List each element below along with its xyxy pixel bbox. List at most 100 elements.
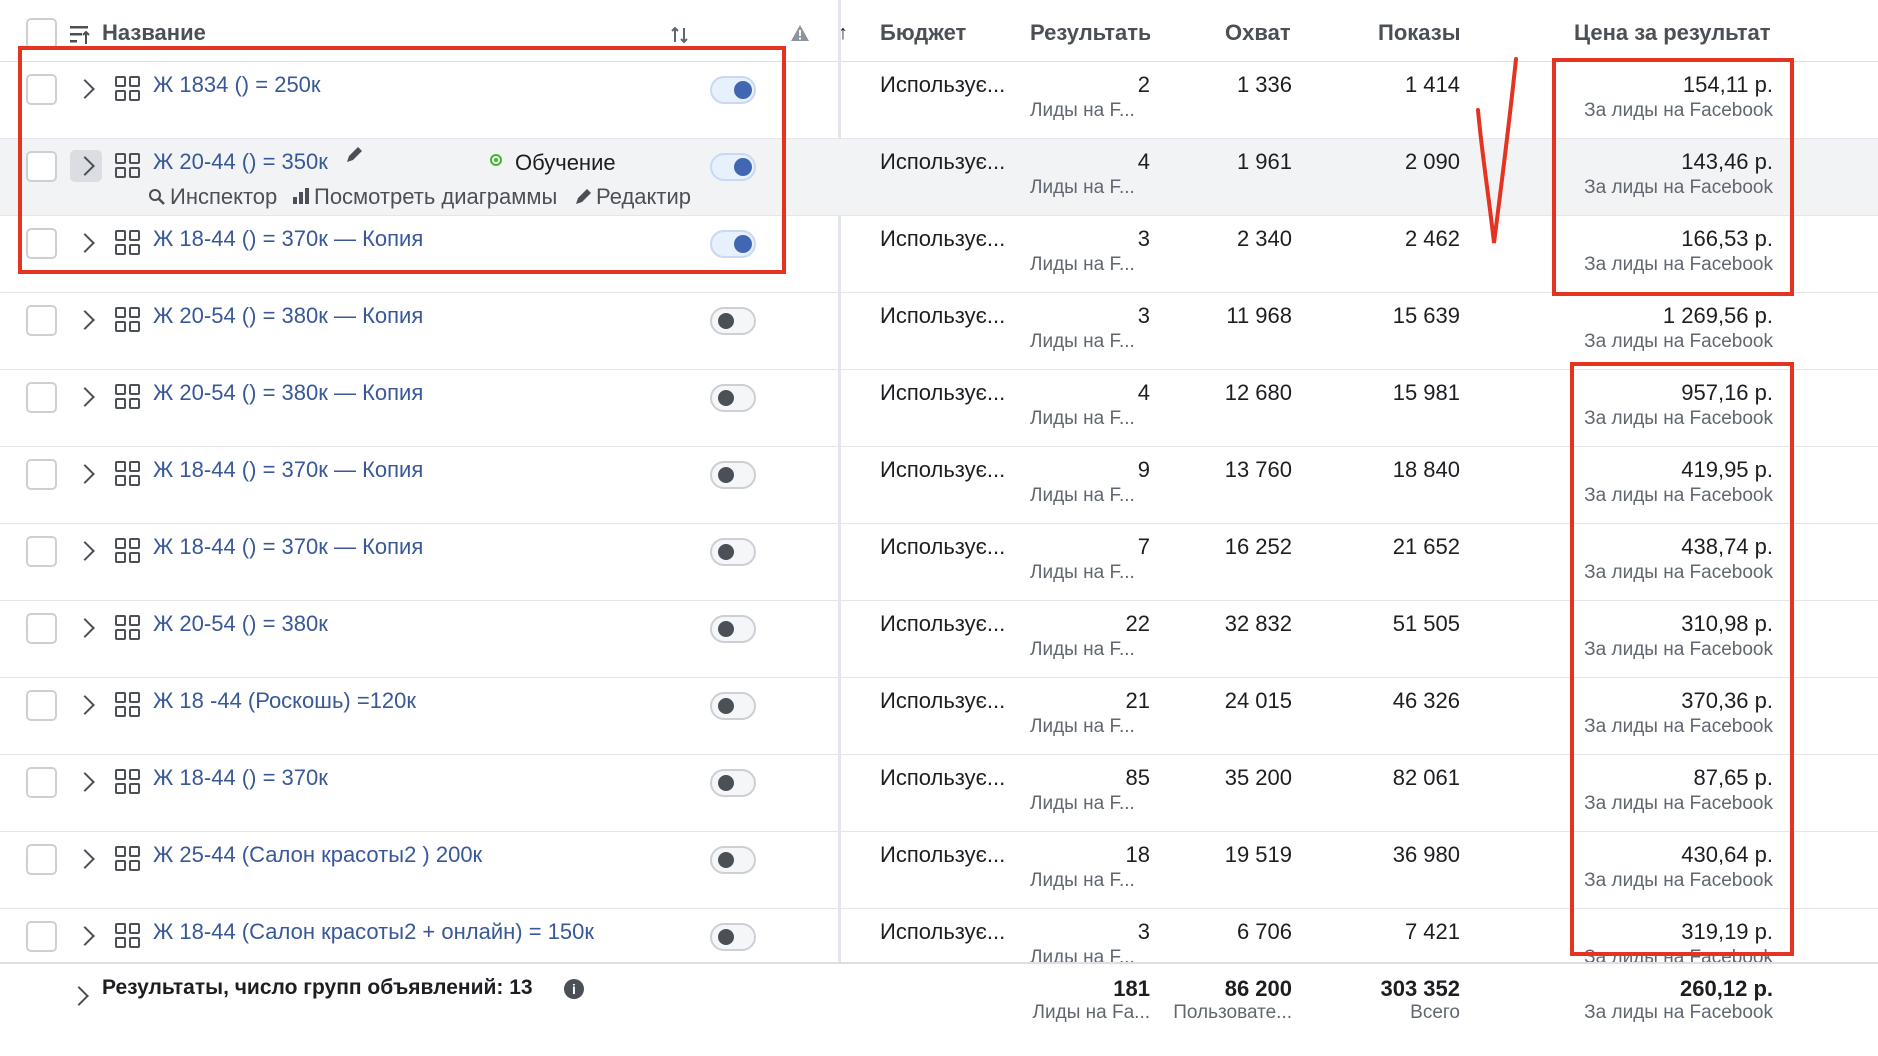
reach-cell: 12 680 [1224, 380, 1292, 405]
impressions-cell: 1 414 [1404, 72, 1460, 97]
row-checkbox[interactable] [26, 613, 57, 644]
results-sub: Лиды на F... [1030, 408, 1135, 429]
total-results: 181 [1113, 976, 1150, 1001]
budget-cell: Использує... [880, 611, 1006, 636]
total-impressions: 303 352 [1380, 976, 1460, 1001]
results-cell: 85 [1125, 765, 1150, 790]
table-row[interactable]: Ж 20-54 () = 380к — Копия Использує... 3 Ли… [0, 293, 1878, 370]
impressions-cell: 2 462 [1404, 226, 1460, 251]
results-sub: Лиды на F... [1030, 639, 1135, 660]
ad-set-grid-icon [115, 923, 141, 949]
column-name[interactable]: Название [102, 20, 206, 46]
total-reach: 86 200 [1224, 976, 1292, 1001]
chevron-right-icon[interactable] [75, 464, 95, 484]
results-cell: 4 [1137, 380, 1150, 405]
ad-set-grid-icon [115, 384, 141, 410]
select-all-checkbox[interactable] [26, 18, 57, 49]
row-checkbox[interactable] [26, 921, 57, 952]
row-checkbox[interactable] [26, 382, 57, 413]
ad-set-toggle[interactable] [710, 923, 756, 951]
ad-set-grid-icon [115, 615, 141, 641]
impressions-cell: 36 980 [1392, 842, 1460, 867]
annotation-box-high-cost [1570, 362, 1794, 956]
column-budget[interactable]: Бюджет [880, 20, 966, 46]
chevron-right-icon[interactable] [75, 387, 95, 407]
chevron-right-icon[interactable] [75, 926, 95, 946]
sort-arrows-icon[interactable] [670, 27, 690, 43]
reach-cell: 1 961 [1236, 149, 1292, 174]
budget-cell: Использує... [880, 149, 1006, 174]
ad-set-grid-icon [115, 692, 141, 718]
results-cell: 4 [1137, 149, 1150, 174]
chevron-right-icon[interactable] [75, 618, 95, 638]
ad-set-toggle[interactable] [710, 846, 756, 874]
ad-set-name-link[interactable]: Ж 25-44 (Салон красоты2 ) 200к [153, 842, 482, 868]
row-checkbox[interactable] [26, 305, 57, 336]
total-impressions-sub: Всего [1410, 1002, 1460, 1023]
ad-set-name-link[interactable]: Ж 18 -44 (Роскошь) =120к [153, 688, 416, 714]
ad-set-name-link[interactable]: Ж 20-54 () = 380к [153, 611, 328, 637]
expand-summary-chevron-icon[interactable] [69, 986, 89, 1006]
chevron-right-icon[interactable] [75, 849, 95, 869]
total-cost-per-result: 260,12 р. [1680, 976, 1773, 1001]
reach-cell: 6 706 [1236, 919, 1292, 944]
info-icon[interactable]: i [564, 979, 584, 999]
impressions-cell: 21 652 [1392, 534, 1460, 559]
results-summary-row: Результаты, число групп объявлений: 13 i… [0, 962, 1878, 1056]
column-reach[interactable]: Охват [1225, 20, 1291, 46]
ad-set-grid-icon [115, 461, 141, 487]
total-cost-sub: За лиды на Facebook [1584, 1002, 1773, 1023]
summary-label: Результаты, число групп объявлений: 13 [102, 976, 533, 999]
ad-set-toggle[interactable] [710, 461, 756, 489]
row-checkbox[interactable] [26, 536, 57, 567]
cost-cell: 1 269,56 р. [1662, 303, 1773, 328]
ad-set-toggle[interactable] [710, 769, 756, 797]
row-checkbox[interactable] [26, 767, 57, 798]
ad-set-name-link[interactable]: Ж 18-44 (Салон красоты2 + онлайн) = 150к [153, 919, 594, 945]
reach-cell: 11 968 [1226, 303, 1292, 328]
ad-set-name-link[interactable]: Ж 18-44 () = 370к [153, 765, 328, 791]
chevron-right-icon[interactable] [75, 695, 95, 715]
column-impressions[interactable]: Показы [1378, 20, 1461, 46]
reach-cell: 24 015 [1224, 688, 1292, 713]
row-checkbox[interactable] [26, 690, 57, 721]
ad-set-toggle[interactable] [710, 538, 756, 566]
annotation-box-active-sets [18, 46, 786, 274]
ad-set-grid-icon [115, 769, 141, 795]
ad-set-toggle[interactable] [710, 307, 756, 335]
results-sub: Лиды на F... [1030, 100, 1135, 121]
chevron-right-icon[interactable] [75, 310, 95, 330]
results-cell: 18 [1125, 842, 1150, 867]
total-reach-sub: Пользовате... [1173, 1002, 1292, 1023]
ad-set-name-link[interactable]: Ж 20-54 () = 380к — Копия [153, 303, 423, 329]
reach-cell: 2 340 [1236, 226, 1292, 251]
results-sub: Лиды на F... [1030, 562, 1135, 583]
chevron-right-icon[interactable] [75, 772, 95, 792]
results-cell: 2 [1137, 72, 1150, 97]
budget-cell: Использує... [880, 457, 1006, 482]
reach-cell: 32 832 [1224, 611, 1292, 636]
reach-cell: 13 760 [1224, 457, 1292, 482]
reach-cell: 16 252 [1224, 534, 1292, 559]
total-results-sub: Лиды на Fa... [1032, 1002, 1150, 1023]
results-sub: Лиды на F... [1030, 331, 1135, 352]
column-settings-icon[interactable] [70, 26, 90, 44]
ad-set-toggle[interactable] [710, 692, 756, 720]
row-checkbox[interactable] [26, 844, 57, 875]
ad-set-toggle[interactable] [710, 615, 756, 643]
ad-set-name-link[interactable]: Ж 20-54 () = 380к — Копия [153, 380, 423, 406]
budget-cell: Использує... [880, 688, 1006, 713]
row-checkbox[interactable] [26, 459, 57, 490]
impressions-cell: 18 840 [1392, 457, 1460, 482]
impressions-cell: 51 505 [1392, 611, 1460, 636]
impressions-cell: 2 090 [1404, 149, 1460, 174]
budget-cell: Использує... [880, 72, 1006, 97]
ad-set-toggle[interactable] [710, 384, 756, 412]
ad-set-name-link[interactable]: Ж 18-44 () = 370к — Копия [153, 457, 423, 483]
column-cost-per-result[interactable]: Цена за результат [1574, 20, 1771, 46]
ad-set-name-link[interactable]: Ж 18-44 () = 370к — Копия [153, 534, 423, 560]
chevron-right-icon[interactable] [75, 541, 95, 561]
column-results[interactable]: Результать [1030, 20, 1150, 46]
reach-cell: 19 519 [1224, 842, 1292, 867]
reach-cell: 35 200 [1224, 765, 1292, 790]
